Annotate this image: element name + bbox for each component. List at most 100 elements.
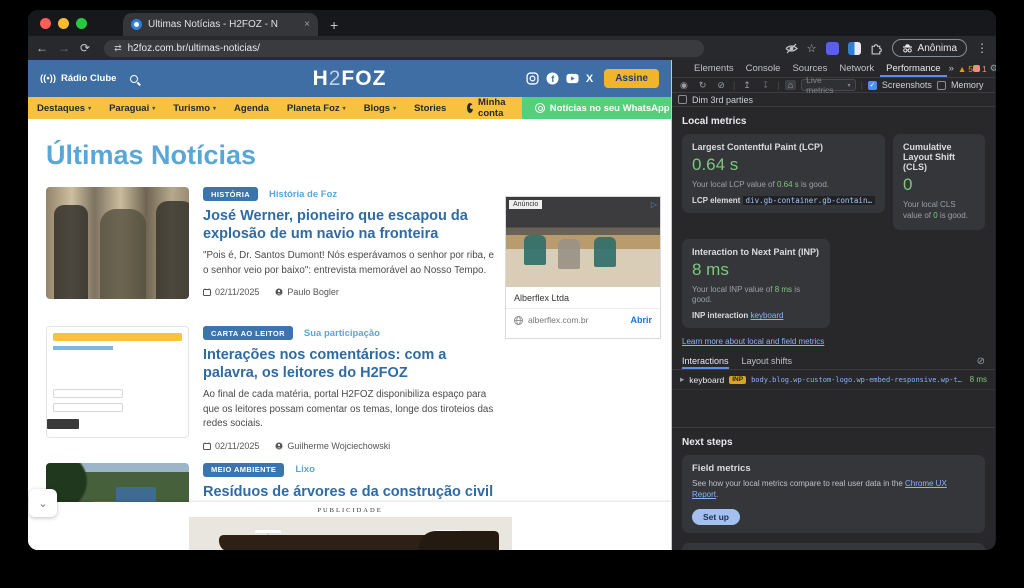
whatsapp-link[interactable]: Notícias no seu WhatsApp [522, 97, 672, 119]
interaction-duration: 8 ms [970, 375, 987, 384]
x-twitter-icon[interactable]: X [586, 73, 593, 85]
warnings-badge[interactable]: ▲5 [958, 64, 973, 74]
account-link[interactable]: Minha conta [455, 97, 521, 119]
article-title-link[interactable]: Interações nos comentários: com a palavr… [203, 346, 498, 383]
article-author[interactable]: Paulo Bogler [287, 287, 339, 297]
inp-interaction-link[interactable]: keyboard [751, 311, 784, 320]
category-badge[interactable]: CARTA AO LEITOR [203, 326, 293, 340]
forward-icon[interactable]: → [58, 41, 70, 55]
category-link[interactable]: Sua participação [304, 328, 380, 339]
live-metrics-value: Live metrics [806, 75, 833, 95]
article-title-link[interactable]: José Werner, pioneiro que escapou da exp… [203, 207, 498, 244]
cls-value: 0 [903, 175, 975, 195]
extension-icon-2[interactable] [848, 42, 861, 55]
extension-icon-1[interactable] [826, 42, 839, 55]
error-icon [973, 65, 980, 72]
calendar-icon [203, 442, 211, 450]
live-metrics-select[interactable]: Live metrics▾ [801, 79, 855, 91]
expand-arrow-icon[interactable]: ▸ [680, 374, 684, 385]
load-profile-icon[interactable]: ↥ [740, 80, 754, 91]
interaction-target-code[interactable]: body.blog.wp-custom-logo.wp-embed-respon… [751, 376, 965, 384]
adchoices-icon[interactable]: ▷ [651, 200, 657, 209]
ad-open-link[interactable]: Abrir [630, 315, 652, 325]
panel-layout-icon[interactable]: ⇅ [993, 80, 996, 91]
nav-item-agenda[interactable]: Agenda [225, 103, 278, 114]
eye-off-icon[interactable] [785, 42, 798, 55]
interaction-log-row[interactable]: ▸ keyboard INP body.blog.wp-custom-logo.… [672, 370, 995, 390]
devtools-settings-icon[interactable]: ⚙ [987, 63, 996, 74]
article-author[interactable]: Guilherme Wojciechowski [287, 441, 390, 451]
nav-item-blogs[interactable]: Blogs▾ [355, 103, 405, 114]
lcp-element-code[interactable]: div.gb-container.gb-contain… [743, 196, 875, 205]
browser-tab[interactable]: Últimas Notícias - H2FOZ - N × [123, 13, 318, 36]
ad-image[interactable]: Anúncio ▷ [506, 197, 660, 287]
nav-item-planeta-foz[interactable]: Planeta Foz▾ [278, 103, 355, 114]
site-logo[interactable]: H2FOZ [313, 67, 387, 91]
article-body: HISTÓRIA História de Foz José Werner, pi… [203, 187, 498, 299]
close-window-button[interactable] [40, 18, 51, 29]
errors-badge[interactable]: 1 [973, 64, 987, 74]
extensions-puzzle-icon[interactable] [870, 42, 883, 55]
dim-third-parties-checkbox[interactable] [678, 95, 687, 104]
whatsapp-label: Notícias no seu WhatsApp [550, 103, 670, 114]
radio-clube-link[interactable]: ((•)) Rádio Clube [40, 73, 116, 84]
web-page: ((•)) Rádio Clube H2FOZ f X Assine Desta… [28, 60, 672, 550]
screenshots-checkbox[interactable] [868, 81, 877, 90]
instagram-icon[interactable] [526, 72, 539, 85]
anchor-ad-collapse-button[interactable]: ⌄ [29, 489, 57, 517]
thumb-decoration [53, 346, 113, 350]
category-link[interactable]: História de Foz [269, 189, 337, 200]
reload-icon[interactable]: ⟳ [80, 41, 90, 55]
article-thumbnail[interactable] [46, 187, 189, 299]
back-icon[interactable]: ← [36, 41, 48, 55]
category-badge[interactable]: MEIO AMBIENTE [203, 463, 284, 477]
lcp-description: Your local LCP value of 0.64 s is good. [692, 180, 875, 191]
live-metrics-home-icon[interactable]: ⌂ [785, 80, 796, 90]
tab-close-icon[interactable]: × [304, 19, 310, 30]
thumb-decoration [53, 389, 123, 398]
browser-menu-icon[interactable]: ⋮ [976, 41, 988, 55]
category-badge[interactable]: HISTÓRIA [203, 187, 258, 201]
nav-item-destaques[interactable]: Destaques▾ [28, 103, 100, 114]
sidebar-ad[interactable]: Anúncio ▷ Alberflex Ltda alberflex.com.b… [505, 196, 661, 339]
address-bar[interactable]: ⇄ h2foz.com.br/ultimas-noticias/ [104, 40, 704, 57]
tab-elements[interactable]: Elements [688, 60, 740, 77]
interaction-name: keyboard [689, 375, 724, 385]
learn-more-link[interactable]: Learn more about local and field metrics [682, 337, 824, 346]
browser-window: Últimas Notícias - H2FOZ - N × + ← → ⟳ ⇄… [28, 10, 996, 550]
memory-checkbox[interactable] [937, 81, 946, 90]
nav-item-stories[interactable]: Stories [405, 103, 455, 114]
chevron-down-icon: ▾ [343, 105, 346, 112]
subscribe-button[interactable]: Assine [604, 69, 659, 88]
youtube-icon[interactable] [566, 72, 579, 85]
clear-icon[interactable]: ⊘ [714, 80, 728, 91]
bookmark-star-icon[interactable]: ☆ [807, 42, 817, 55]
maximize-window-button[interactable] [76, 18, 87, 29]
tab-layout-shifts[interactable]: Layout shifts [742, 356, 793, 366]
minimize-window-button[interactable] [58, 18, 69, 29]
tab-network[interactable]: Network [833, 60, 880, 77]
nav-item-paraguai[interactable]: Paraguai▾ [100, 103, 164, 114]
tab-performance[interactable]: Performance [880, 60, 946, 77]
facebook-icon[interactable]: f [546, 72, 559, 85]
more-tabs-icon[interactable]: » [947, 60, 956, 77]
nav-label: Paraguai [109, 103, 149, 114]
article-meta: 02/11/2025 Paulo Bogler [203, 287, 498, 297]
anchor-ad-banner[interactable] [189, 517, 512, 550]
record-reload-icon[interactable]: ↻ [696, 80, 710, 91]
clear-interactions-icon[interactable]: ⊘ [977, 356, 985, 367]
nav-item-turismo[interactable]: Turismo▾ [164, 103, 225, 114]
new-tab-button[interactable]: + [330, 17, 338, 33]
record-icon[interactable]: ◉ [677, 80, 691, 91]
site-settings-icon[interactable]: ⇄ [114, 43, 122, 54]
memory-label: Memory [951, 80, 984, 90]
article-thumbnail[interactable] [46, 326, 189, 438]
category-link[interactable]: Lixo [295, 464, 315, 475]
save-profile-icon[interactable]: ↧ [759, 80, 773, 91]
search-icon[interactable] [130, 75, 138, 83]
tab-interactions[interactable]: Interactions [682, 353, 729, 369]
tab-console[interactable]: Console [740, 60, 787, 77]
set-up-button[interactable]: Set up [692, 509, 740, 525]
article-excerpt: "Pois é, Dr. Santos Dumont! Nós esperáva… [203, 249, 498, 278]
author-icon [275, 442, 283, 450]
